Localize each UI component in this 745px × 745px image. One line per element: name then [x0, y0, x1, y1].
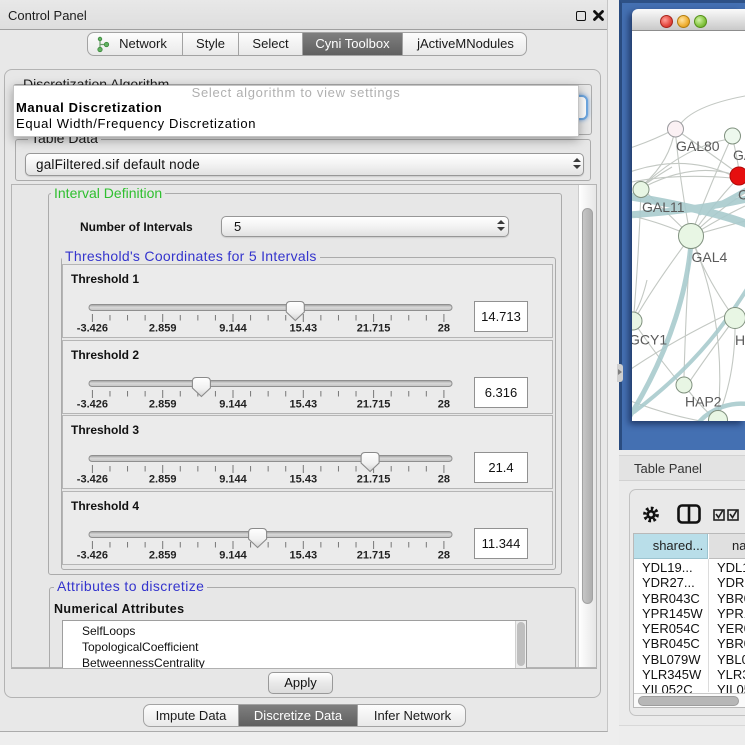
svg-text:-3.426: -3.426	[77, 399, 108, 411]
svg-text:21.715: 21.715	[357, 399, 391, 411]
svg-text:HAP2: HAP2	[685, 394, 722, 410]
svg-text:9.144: 9.144	[219, 323, 247, 335]
svg-text:15.43: 15.43	[290, 474, 318, 486]
svg-text:15.43: 15.43	[290, 323, 318, 335]
svg-text:2.859: 2.859	[149, 474, 177, 486]
svg-text:2.859: 2.859	[149, 399, 177, 411]
svg-text:15.43: 15.43	[290, 550, 318, 562]
svg-text:GCY1: GCY1	[632, 332, 667, 348]
svg-text:9.144: 9.144	[219, 399, 247, 411]
svg-text:15.43: 15.43	[290, 399, 318, 411]
svg-text:9.144: 9.144	[219, 550, 247, 562]
svg-text:GAL2: GAL2	[733, 147, 745, 163]
svg-text:21.715: 21.715	[357, 550, 391, 562]
svg-text:-3.426: -3.426	[77, 550, 108, 562]
svg-text:-3.426: -3.426	[77, 323, 108, 335]
svg-text:28: 28	[438, 323, 450, 335]
svg-text:2.859: 2.859	[149, 550, 177, 562]
svg-text:GAL80: GAL80	[676, 138, 720, 154]
svg-text:28: 28	[438, 399, 450, 411]
svg-text:21.715: 21.715	[357, 474, 391, 486]
svg-text:28: 28	[438, 474, 450, 486]
svg-text:2.859: 2.859	[149, 323, 177, 335]
svg-text:21.715: 21.715	[357, 323, 391, 335]
svg-text:9.144: 9.144	[219, 474, 247, 486]
svg-text:CRP1: CRP1	[738, 187, 745, 203]
svg-text:HIS4: HIS4	[735, 332, 745, 348]
svg-text:-3.426: -3.426	[77, 474, 108, 486]
svg-text:28: 28	[438, 550, 450, 562]
svg-text:GAL11: GAL11	[642, 199, 685, 215]
svg-text:GAL4: GAL4	[692, 249, 728, 265]
